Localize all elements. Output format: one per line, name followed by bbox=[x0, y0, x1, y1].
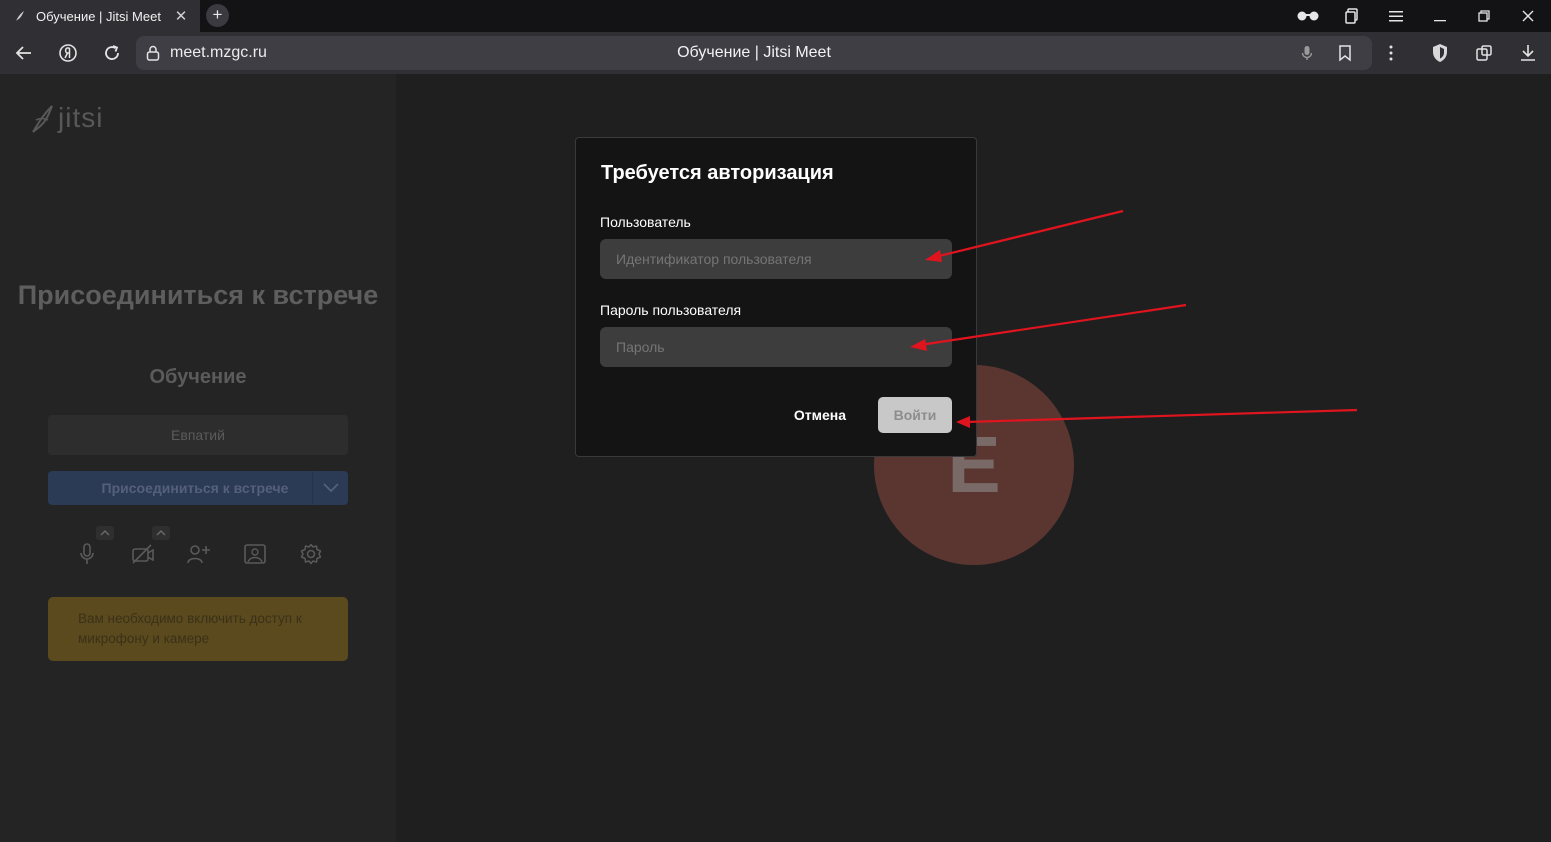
microphone-icon[interactable] bbox=[72, 539, 102, 569]
yandex-icon[interactable] bbox=[55, 40, 81, 66]
permission-warning: Вам необходимо включить доступ к микрофо… bbox=[48, 597, 348, 661]
invite-people-icon[interactable] bbox=[184, 539, 214, 569]
username-input[interactable] bbox=[600, 239, 952, 279]
room-name: Обучение bbox=[149, 366, 247, 388]
page-title: Обучение | Jitsi Meet bbox=[677, 44, 831, 61]
new-tab-button[interactable]: + bbox=[206, 4, 229, 27]
bookmark-icon[interactable] bbox=[1336, 44, 1354, 62]
cancel-button[interactable]: Отмена bbox=[780, 398, 860, 432]
logo-text: jitsi bbox=[58, 102, 104, 133]
password-input[interactable] bbox=[600, 327, 952, 367]
user-label: Пользователь bbox=[600, 214, 691, 230]
restore-icon[interactable] bbox=[1470, 0, 1498, 32]
browser-tab[interactable]: Обучение | Jitsi Meet ✕ bbox=[0, 0, 200, 32]
more-options-icon[interactable] bbox=[1378, 40, 1404, 66]
jitsi-logo-icon bbox=[32, 105, 53, 133]
auth-dialog: Требуется авторизация Пользователь Парол… bbox=[575, 137, 977, 457]
tab-close-icon[interactable]: ✕ bbox=[174, 7, 188, 25]
extensions-icon[interactable] bbox=[1471, 40, 1497, 66]
tab-bar: Обучение | Jitsi Meet ✕ + bbox=[0, 0, 1551, 32]
display-name-input[interactable]: Евпатий bbox=[48, 415, 348, 455]
password-label: Пароль пользователя bbox=[600, 302, 742, 318]
join-button-label: Присоединиться к встрече bbox=[101, 480, 289, 496]
reader-glasses-icon[interactable] bbox=[1292, 0, 1324, 32]
minimize-icon[interactable] bbox=[1426, 0, 1454, 32]
settings-gear-icon[interactable] bbox=[296, 539, 326, 569]
dialog-title: Требуется авторизация bbox=[601, 162, 834, 184]
address-bar[interactable]: meet.mzgc.ru Обучение | Jitsi Meet bbox=[136, 36, 1372, 70]
back-arrow-icon[interactable] bbox=[11, 40, 37, 66]
collections-icon[interactable] bbox=[1338, 0, 1366, 32]
login-button[interactable]: Войти bbox=[878, 397, 952, 433]
camera-off-icon[interactable] bbox=[128, 539, 158, 569]
background-image-icon[interactable] bbox=[240, 539, 270, 569]
media-controls bbox=[70, 526, 330, 576]
reload-icon[interactable] bbox=[99, 40, 125, 66]
mic-options-chevron-icon[interactable] bbox=[96, 526, 114, 540]
join-meeting-button[interactable]: Присоединиться к встрече bbox=[48, 471, 348, 505]
menu-icon[interactable] bbox=[1382, 0, 1410, 32]
prejoin-heading: Присоединиться к встрече bbox=[17, 280, 379, 310]
tab-title: Обучение | Jitsi Meet bbox=[36, 8, 161, 24]
chevron-down-icon[interactable] bbox=[312, 471, 348, 505]
jitsi-favicon-icon bbox=[14, 10, 26, 22]
voice-search-icon[interactable] bbox=[1298, 44, 1316, 62]
jitsi-logo: jitsi bbox=[30, 102, 103, 134]
prejoin-panel: jitsi Присоединиться к встрече Обучение … bbox=[0, 74, 396, 842]
downloads-icon[interactable] bbox=[1515, 40, 1541, 66]
browser-toolbar: meet.mzgc.ru Обучение | Jitsi Meet bbox=[0, 32, 1551, 74]
camera-options-chevron-icon[interactable] bbox=[152, 526, 170, 540]
protect-shield-icon[interactable] bbox=[1427, 40, 1453, 66]
close-window-icon[interactable] bbox=[1514, 0, 1542, 32]
